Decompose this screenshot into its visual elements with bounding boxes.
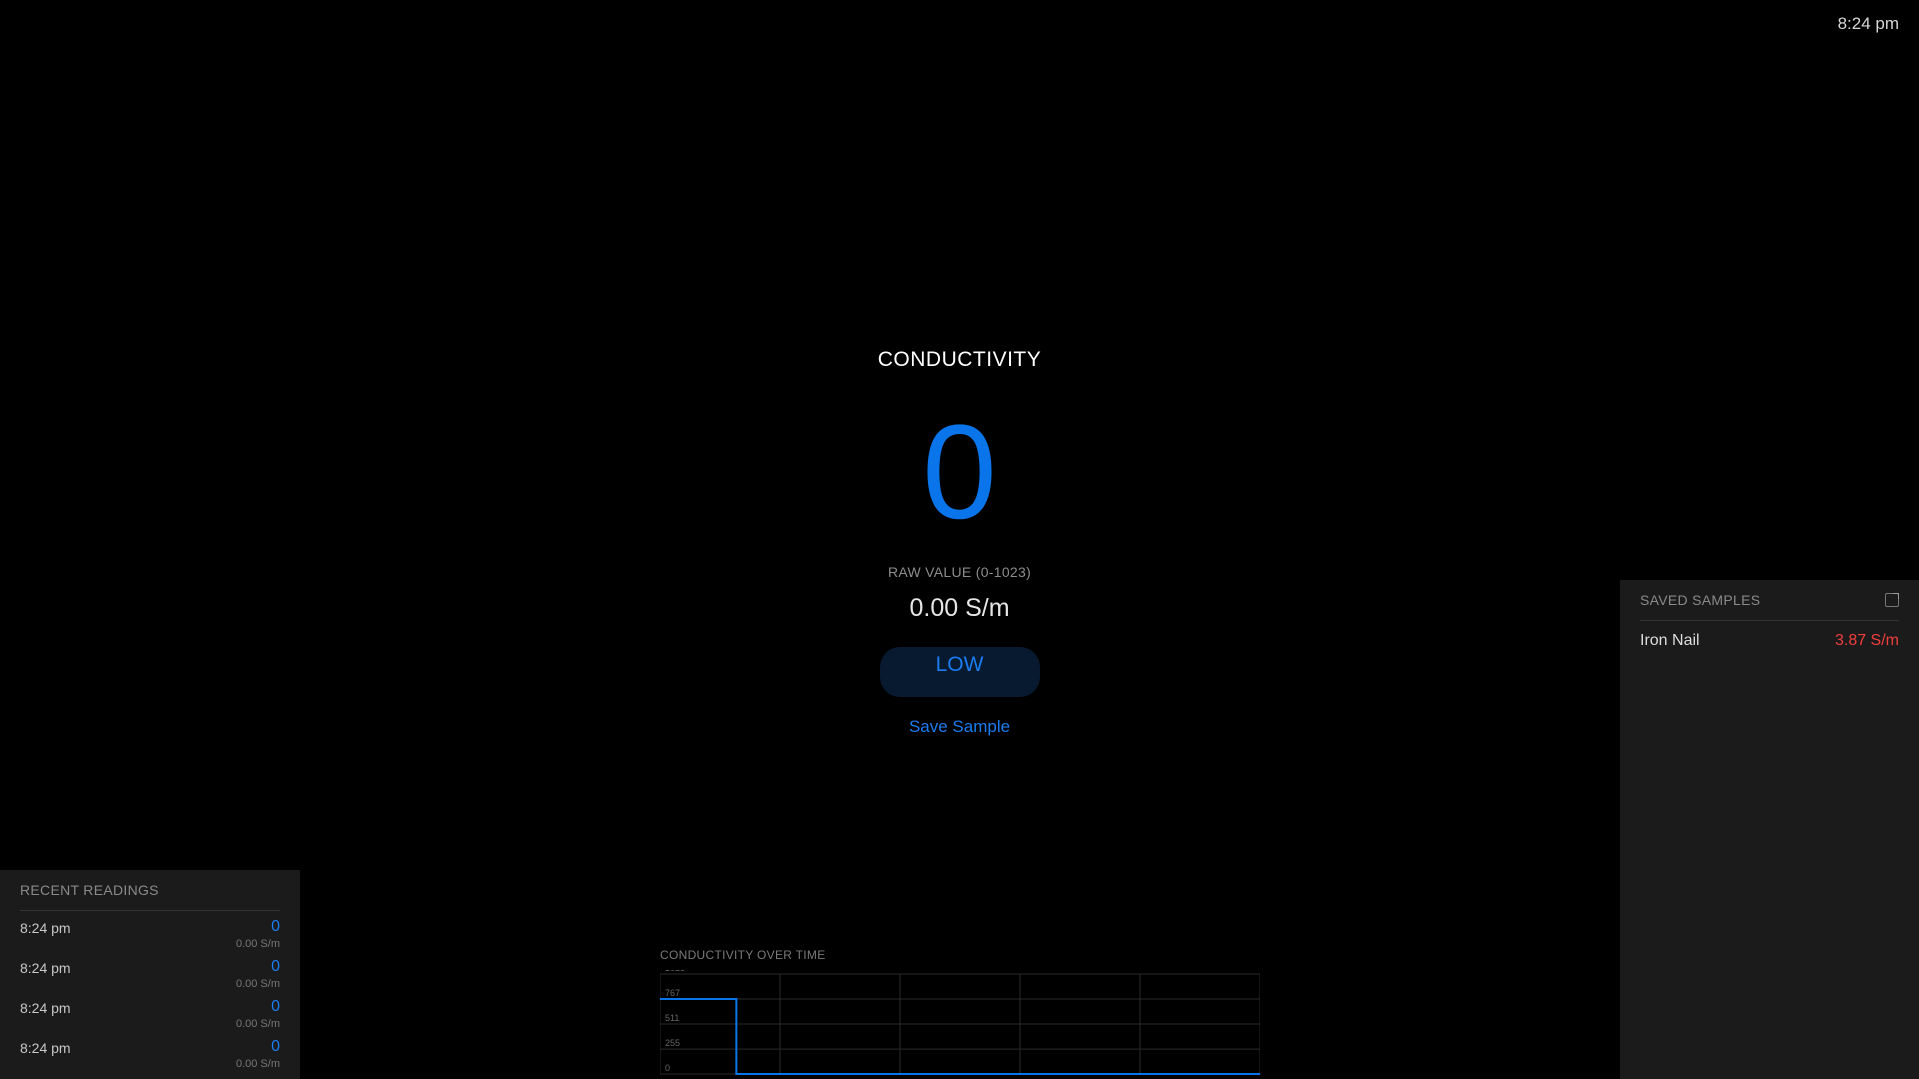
- reading-time: 8:24 pm: [20, 960, 71, 976]
- level-badge: LOW: [879, 647, 1040, 697]
- saved-samples-title: SAVED SAMPLES: [1640, 592, 1761, 608]
- recent-readings-panel: RECENT READINGS 8:24 pm 0 0.00 S/m 8:24 …: [0, 870, 300, 1079]
- reading-raw: 0: [271, 998, 280, 1015]
- saved-sample-name: Iron Nail: [1640, 632, 1700, 649]
- chart-plot: 0 255 511 767 1023: [660, 970, 1260, 1075]
- conductivity-chart: CONDUCTIVITY OVER TIME 0 255 511 767 1023: [660, 948, 1260, 1079]
- list-item: 8:24 pm 0 0.00 S/m: [20, 991, 280, 1031]
- list-item: 8:24 pm 0 0.00 S/m: [20, 911, 280, 951]
- save-sample-button[interactable]: Save Sample: [909, 717, 1010, 737]
- chart-y-tick-label: 511: [665, 1013, 679, 1023]
- list-item: 8:24 pm 0 0.00 S/m: [20, 951, 280, 991]
- chart-y-tick-label: 255: [665, 1038, 680, 1048]
- reading-converted: 0.00 S/m: [235, 1018, 280, 1030]
- chart-title: CONDUCTIVITY OVER TIME: [660, 948, 826, 962]
- reading-raw: 0: [271, 1038, 280, 1055]
- saved-sample-value: 3.87 S/m: [1834, 632, 1899, 649]
- saved-samples-header: SAVED SAMPLES: [1640, 592, 1899, 621]
- page-title: CONDUCTIVITY: [877, 348, 1042, 371]
- chart-y-tick-label: 0: [665, 1063, 670, 1073]
- raw-value-label: RAW VALUE (0-1023): [887, 564, 1032, 580]
- reading-raw: 0: [271, 958, 280, 975]
- chart-y-tick-label: 767: [665, 988, 680, 998]
- reading-time: 8:24 pm: [20, 920, 71, 936]
- saved-samples-panel: SAVED SAMPLES Iron Nail 3.87 S/m: [1620, 580, 1919, 1079]
- reading-converted: 0.00 S/m: [235, 938, 280, 950]
- converted-value: 0.00 S/m: [909, 594, 1010, 622]
- export-icon[interactable]: [1885, 593, 1899, 607]
- chart-series-line: [660, 998, 1260, 1075]
- chart-y-tick-label: 1023: [665, 970, 685, 973]
- recent-readings-title: RECENT READINGS: [20, 882, 280, 911]
- reading-time: 8:24 pm: [20, 1000, 71, 1016]
- reading-converted: 0.00 S/m: [235, 978, 280, 990]
- clock: 8:24 pm: [1837, 14, 1899, 33]
- reading-raw: 0: [271, 918, 280, 935]
- saved-sample-item[interactable]: Iron Nail 3.87 S/m: [1640, 632, 1899, 650]
- list-item: 8:24 pm 0 0.00 S/m: [20, 1031, 280, 1071]
- reading-time: 8:24 pm: [20, 1040, 71, 1056]
- raw-value: 0: [922, 398, 997, 547]
- reading-converted: 0.00 S/m: [235, 1058, 280, 1070]
